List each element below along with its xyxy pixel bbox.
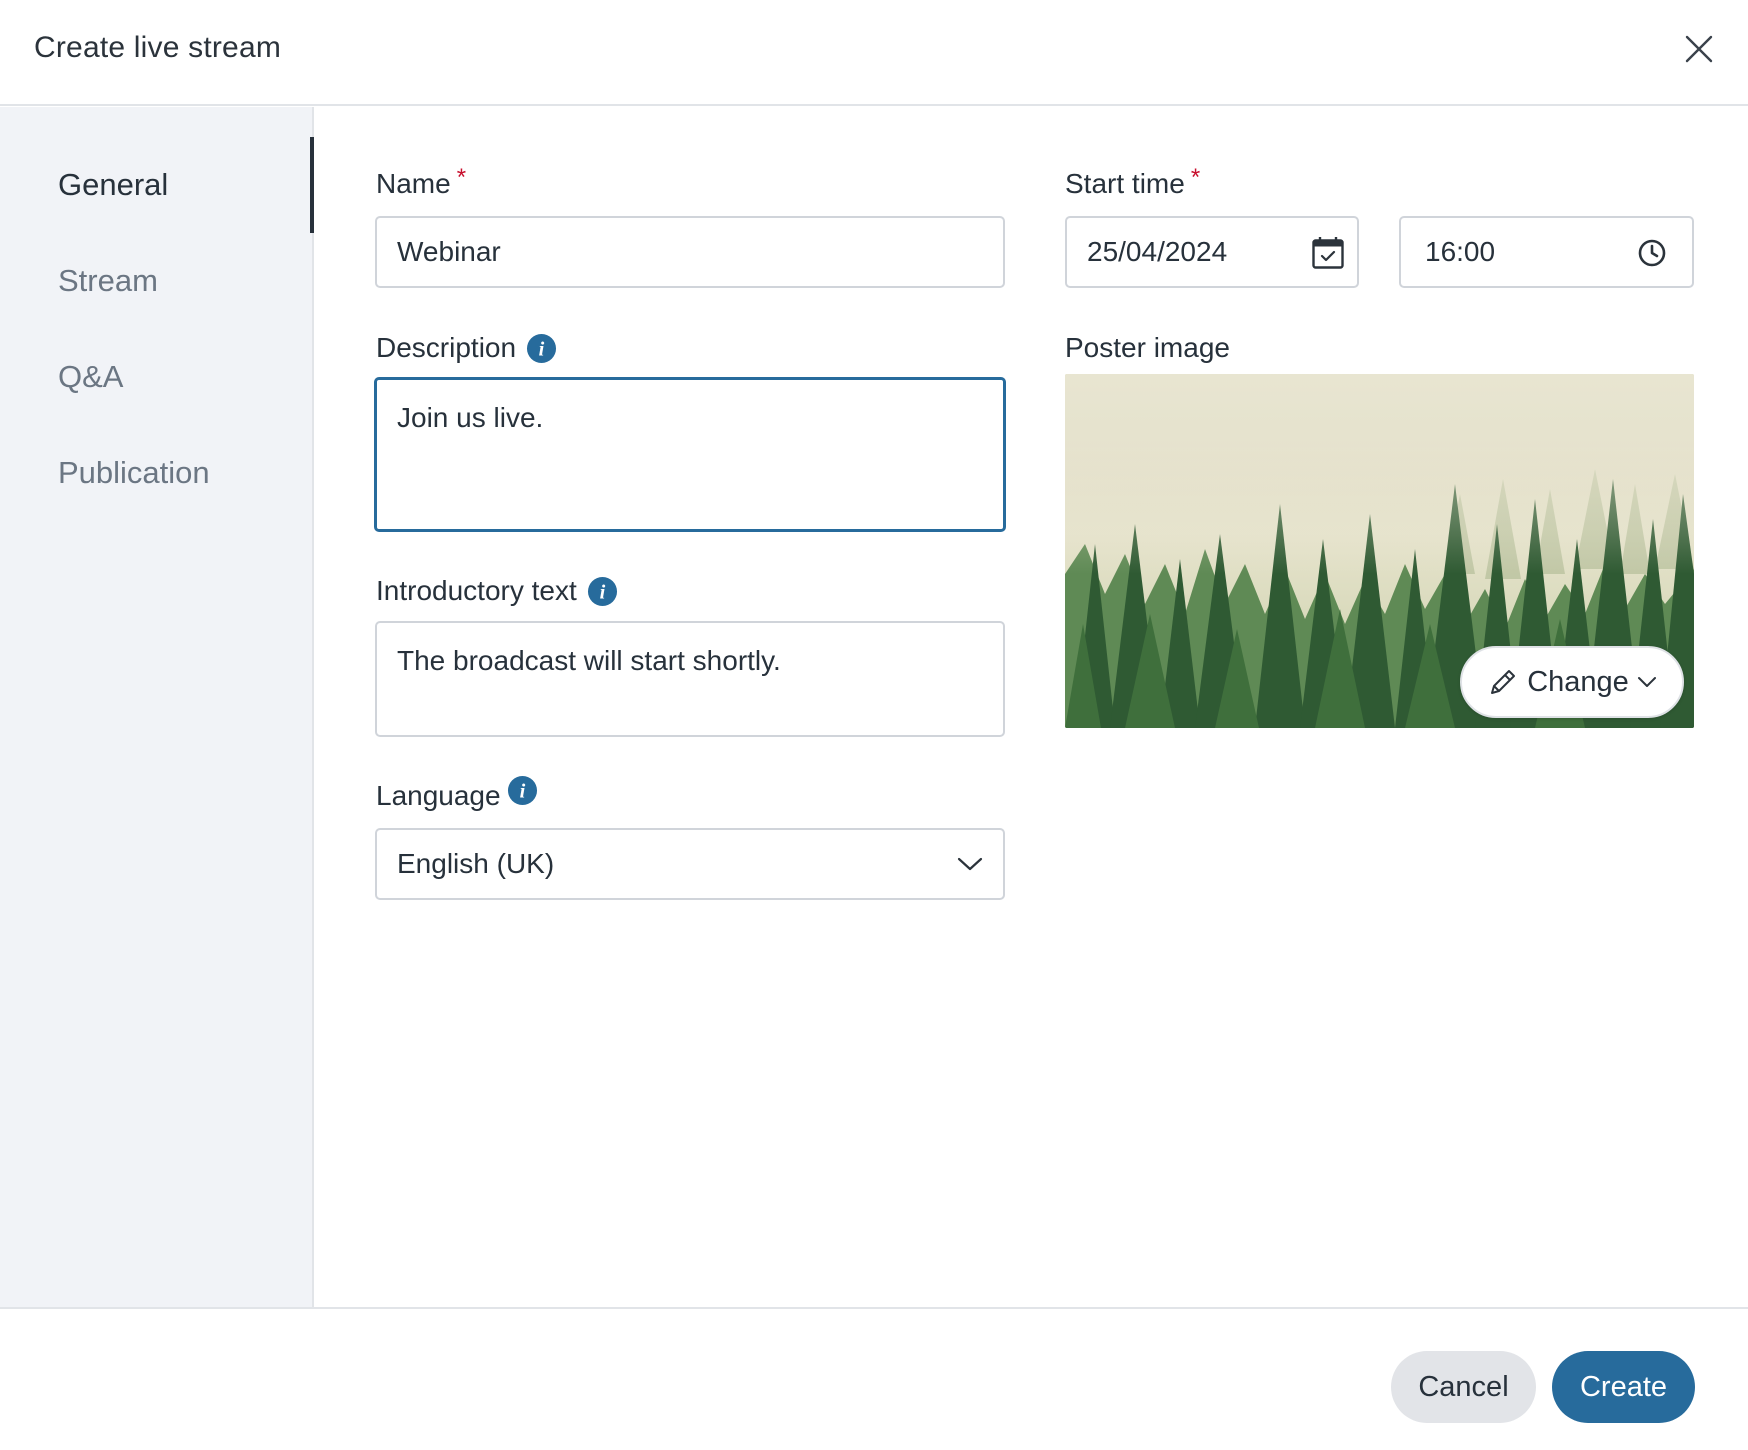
start-date-value: 25/04/2024: [1087, 236, 1228, 267]
start-time-label: Start time *: [1065, 164, 1200, 200]
required-mark: *: [456, 164, 467, 191]
info-icon[interactable]: i: [526, 333, 557, 364]
intro-value: The broadcast will start shortly.: [397, 645, 781, 676]
start-date-input[interactable]: 25/04/2024: [1065, 216, 1359, 288]
change-poster-button[interactable]: Change: [1460, 646, 1684, 718]
close-icon: [1685, 35, 1713, 63]
chevron-down-icon: [1637, 677, 1656, 687]
info-icon[interactable]: i: [507, 775, 538, 806]
intro-textarea[interactable]: The broadcast will start shortly.: [375, 621, 1005, 737]
sidebar-item-stream[interactable]: Stream: [58, 263, 158, 299]
sidebar-item-qa[interactable]: Q&A: [58, 359, 123, 395]
svg-text:i: i: [599, 581, 605, 603]
clock-icon[interactable]: [1637, 238, 1667, 268]
dialog-header: Create live stream: [0, 0, 1748, 106]
intro-label-text: Introductory text: [376, 575, 577, 606]
name-label: Name *: [376, 164, 466, 200]
poster-image-label: Poster image: [1065, 332, 1230, 363]
language-label-text: Language: [376, 780, 501, 811]
language-value: English (UK): [397, 848, 555, 879]
start-time-label-text: Start time: [1065, 168, 1185, 199]
svg-text:i: i: [519, 780, 525, 802]
svg-text:i: i: [539, 338, 545, 360]
description-value: Join us live.: [397, 402, 544, 433]
dialog-title: Create live stream: [34, 31, 282, 64]
name-label-text: Name: [376, 168, 451, 199]
calendar-icon[interactable]: [1311, 236, 1345, 270]
change-poster-label: Change: [1527, 665, 1629, 698]
description-label-text: Description: [376, 332, 517, 363]
language-label: Language i: [376, 775, 538, 812]
dialog-footer: Cancel Create: [0, 1307, 1748, 1450]
start-time-value: 16:00: [1425, 236, 1496, 267]
name-input-value: Webinar: [397, 236, 501, 267]
required-mark: *: [1190, 164, 1201, 191]
cancel-button[interactable]: Cancel: [1391, 1351, 1536, 1423]
start-time-input[interactable]: 16:00: [1399, 216, 1694, 288]
chevron-down-icon: [957, 857, 983, 871]
description-textarea[interactable]: Join us live.: [374, 377, 1006, 532]
description-label: Description i: [376, 332, 557, 364]
create-button[interactable]: Create: [1552, 1351, 1695, 1423]
name-input[interactable]: Webinar: [375, 216, 1005, 288]
info-icon[interactable]: i: [587, 576, 618, 607]
active-tab-indicator: [310, 137, 314, 233]
sidebar-item-publication[interactable]: Publication: [58, 455, 210, 491]
sidebar-item-general[interactable]: General: [58, 167, 168, 203]
intro-label: Introductory text i: [376, 575, 618, 607]
sidebar: General Stream Q&A Publication: [0, 107, 314, 1307]
pencil-icon: [1491, 670, 1516, 694]
close-button[interactable]: [1680, 30, 1718, 68]
language-select[interactable]: English (UK): [375, 828, 1005, 900]
